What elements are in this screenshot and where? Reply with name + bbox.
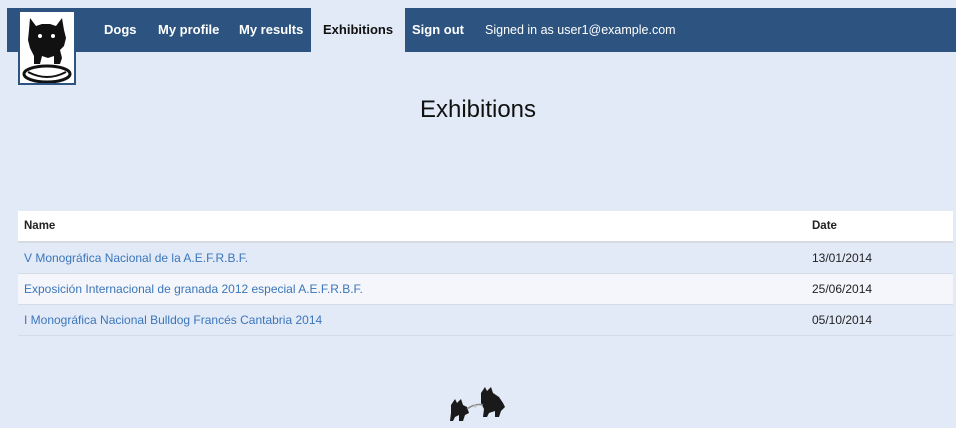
exhibition-link[interactable]: I Monográfica Nacional Bulldog Francés C… [24, 305, 322, 335]
table-row: Exposición Internacional de granada 2012… [18, 274, 953, 305]
navbar [7, 8, 956, 52]
column-header-name: Name [24, 220, 56, 232]
nav-sign-out[interactable]: Sign out [412, 8, 464, 52]
exhibitions-table: Name Date V Monográfica Nacional de la A… [18, 211, 953, 336]
french-bulldog-logo-icon [22, 18, 72, 84]
nav-my-results[interactable]: My results [239, 8, 303, 52]
two-bulldogs-logo-icon [450, 387, 505, 421]
page-title: Exhibitions [419, 96, 537, 123]
exhibition-date: 13/01/2014 [812, 251, 873, 265]
exhibition-date: 25/06/2014 [812, 282, 873, 296]
nav-dogs[interactable]: Dogs [104, 8, 137, 52]
table-row: V Monográfica Nacional de la A.E.F.R.B.F… [18, 243, 953, 274]
footer-logo [447, 385, 509, 423]
table-header: Name Date [18, 211, 953, 243]
nav-exhibitions[interactable]: Exhibitions [311, 8, 406, 52]
nav-my-profile[interactable]: My profile [158, 8, 219, 52]
club-logo[interactable] [18, 10, 76, 85]
exhibition-date: 05/10/2014 [812, 313, 873, 327]
table-row: I Monográfica Nacional Bulldog Francés C… [18, 305, 953, 336]
exhibition-link[interactable]: Exposición Internacional de granada 2012… [24, 274, 363, 304]
column-header-date: Date [812, 220, 837, 232]
signed-in-status: Signed in as user1@example.com [485, 23, 676, 37]
exhibition-link[interactable]: V Monográfica Nacional de la A.E.F.R.B.F… [24, 243, 248, 273]
